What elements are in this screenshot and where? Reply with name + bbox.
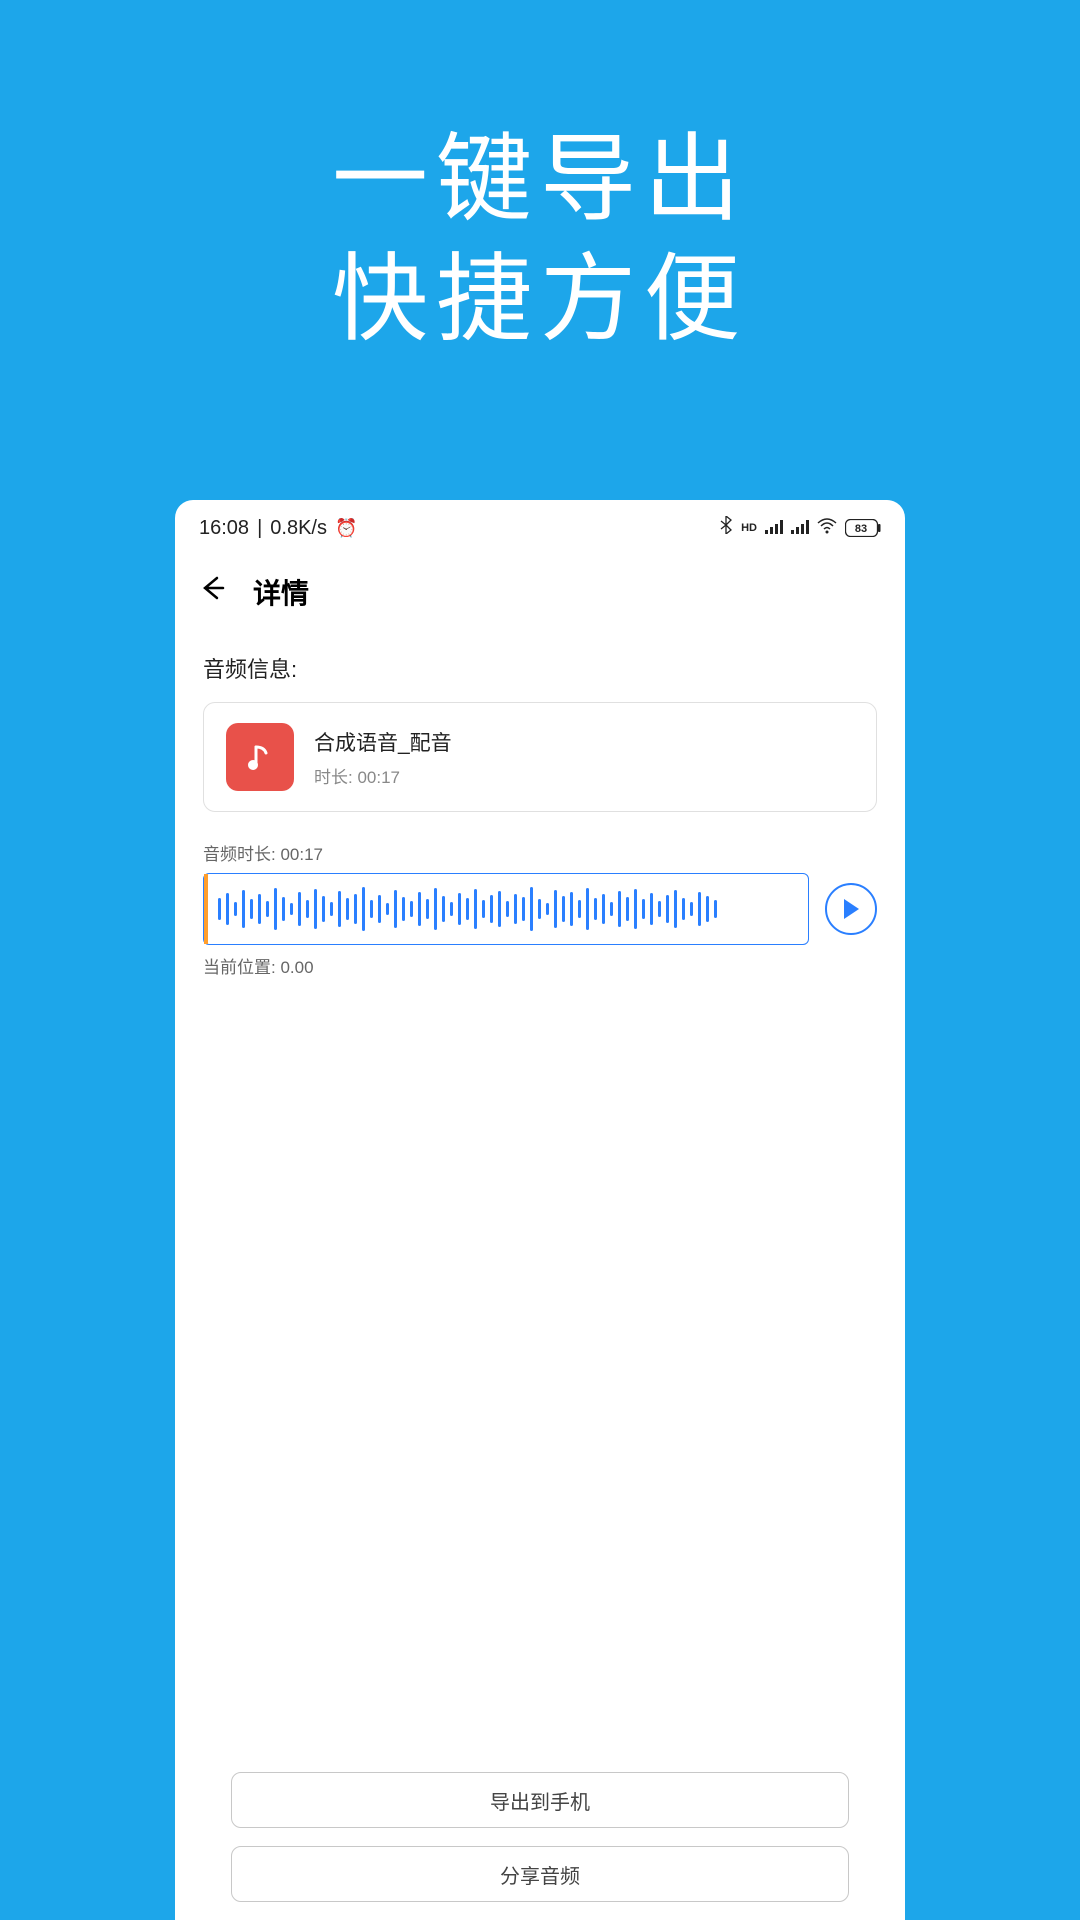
- status-speed: 0.8K/s: [270, 517, 327, 540]
- back-arrow-icon[interactable]: [199, 575, 225, 609]
- export-button[interactable]: 导出到手机: [231, 1772, 849, 1828]
- svg-text:83: 83: [855, 523, 867, 535]
- signal-icon-2: [791, 517, 809, 540]
- promo-banner: 一键导出 快捷方便: [0, 0, 1080, 360]
- bluetooth-icon: [719, 516, 733, 540]
- promo-line-1: 一键导出: [0, 120, 1080, 240]
- play-button[interactable]: [825, 883, 877, 935]
- page-title: 详情: [253, 572, 309, 612]
- waveform-display[interactable]: [203, 873, 809, 945]
- alarm-icon: ⏰: [335, 518, 357, 539]
- phone-frame: 16:08 | 0.8K/s ⏰ HD 83: [175, 500, 905, 1920]
- audio-info-card[interactable]: 合成语音_配音 时长: 00:17: [203, 702, 877, 812]
- audio-duration: 时长: 00:17: [314, 763, 452, 788]
- signal-icon: [765, 517, 783, 540]
- music-note-icon: [226, 723, 294, 791]
- waveform-position-label: 当前位置: 0.00: [203, 953, 877, 978]
- share-button[interactable]: 分享音频: [231, 1846, 849, 1902]
- waveform-duration-label: 音频时长: 00:17: [203, 840, 877, 865]
- waveform-cursor[interactable]: [204, 874, 208, 944]
- app-header: 详情: [175, 556, 905, 628]
- signal-hd-icon: HD: [741, 522, 757, 534]
- battery-icon: 83: [845, 519, 881, 537]
- promo-line-2: 快捷方便: [0, 240, 1080, 360]
- section-label: 音频信息:: [203, 652, 877, 684]
- wifi-icon: [817, 517, 837, 540]
- status-bar: 16:08 | 0.8K/s ⏰ HD 83: [175, 500, 905, 556]
- play-icon: [841, 898, 861, 920]
- status-time: 16:08: [199, 517, 249, 540]
- audio-title: 合成语音_配音: [314, 727, 452, 757]
